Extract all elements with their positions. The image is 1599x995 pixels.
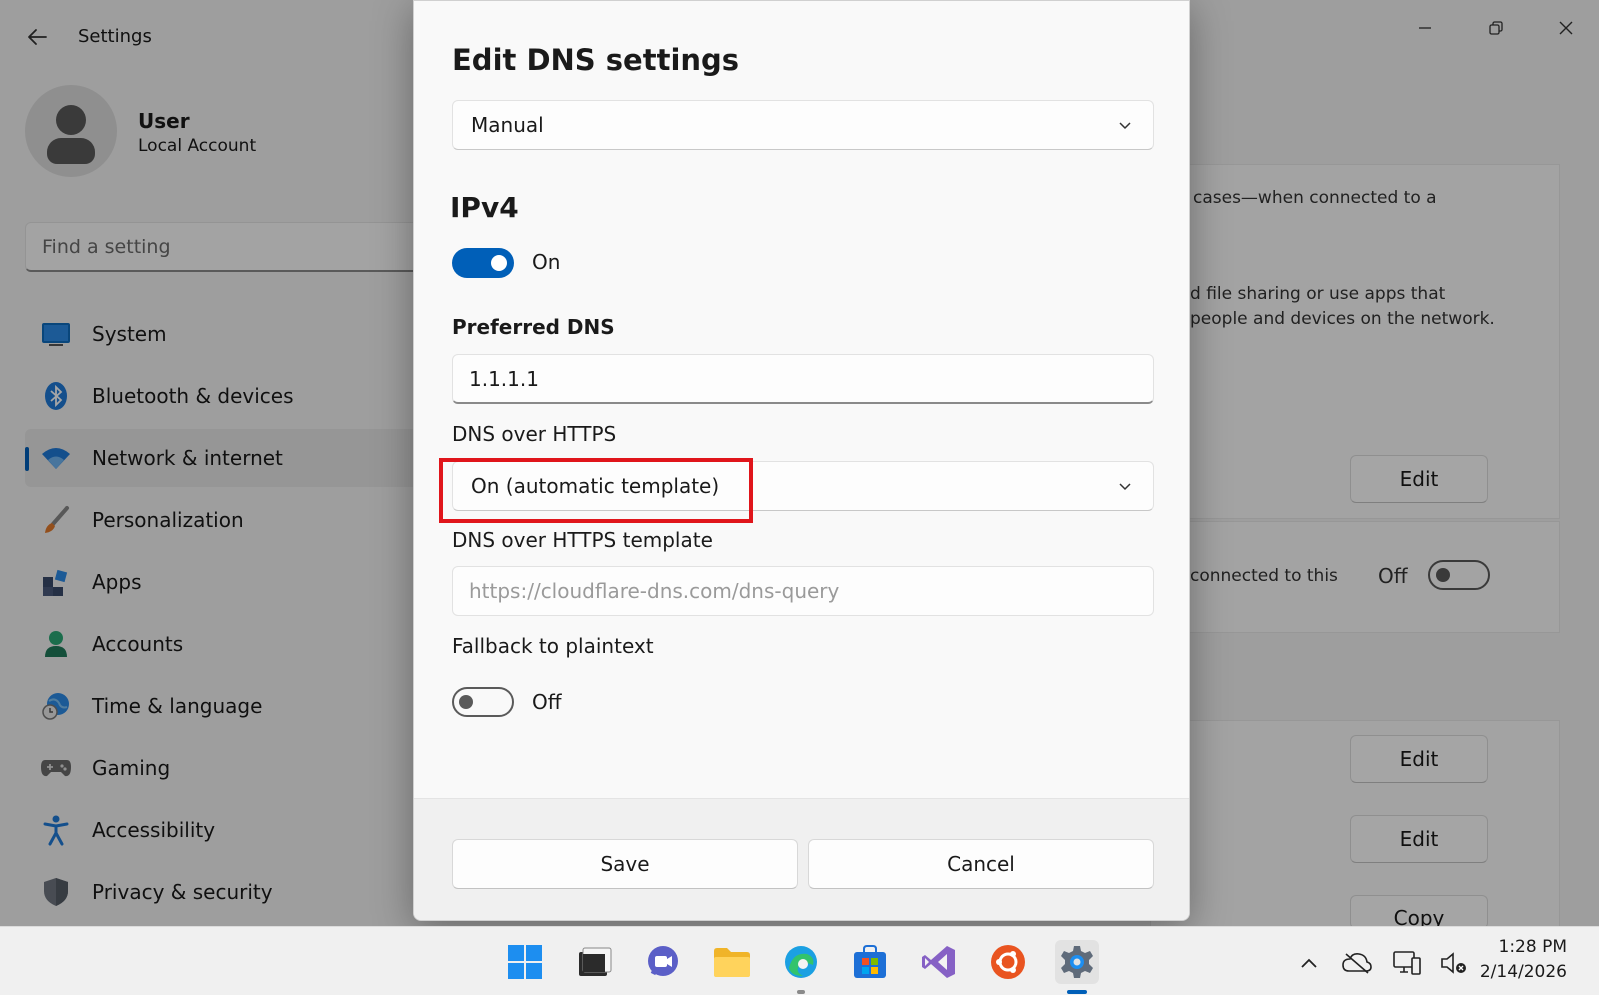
doh-label: DNS over HTTPS	[452, 422, 617, 446]
chevron-down-icon	[1119, 483, 1131, 491]
taskbar: 1:28 PM 2/14/2026	[0, 926, 1599, 995]
clock-time: 1:28 PM	[1498, 937, 1568, 957]
file-explorer-icon[interactable]	[710, 940, 754, 984]
ipv4-toggle[interactable]	[452, 248, 514, 278]
dialog-footer: Save Cancel	[414, 798, 1189, 920]
dialog-title: Edit DNS settings	[452, 43, 740, 77]
taskbar-clock[interactable]: 1:28 PM 2/14/2026	[1480, 935, 1567, 985]
chevron-down-icon	[1119, 122, 1131, 130]
edge-icon[interactable]	[779, 940, 823, 994]
preferred-dns-label: Preferred DNS	[452, 315, 615, 339]
windows-start-icon[interactable]	[503, 940, 547, 984]
ubuntu-icon[interactable]	[986, 940, 1030, 984]
cancel-button[interactable]: Cancel	[808, 839, 1154, 889]
running-indicator	[797, 990, 805, 994]
dns-mode-value: Manual	[471, 113, 544, 137]
store-icon[interactable]	[848, 940, 892, 984]
preferred-dns-input[interactable]: 1.1.1.1	[452, 354, 1154, 404]
fallback-label: Fallback to plaintext	[452, 634, 654, 658]
doh-template-label: DNS over HTTPS template	[452, 528, 713, 552]
save-button[interactable]: Save	[452, 839, 798, 889]
clock-date: 2/14/2026	[1479, 962, 1567, 982]
volume-muted-icon[interactable]	[1438, 947, 1470, 979]
active-indicator	[1067, 990, 1087, 994]
ipv4-heading: IPv4	[450, 191, 519, 224]
teams-chat-icon[interactable]	[641, 940, 685, 984]
fallback-toggle[interactable]	[452, 687, 514, 717]
network-icon[interactable]	[1391, 947, 1423, 979]
ipv4-toggle-label: On	[532, 250, 561, 274]
doh-template-input[interactable]: https://cloudflare-dns.com/dns-query	[452, 566, 1154, 616]
edit-dns-dialog: Edit DNS settings Manual IPv4 On Preferr…	[413, 0, 1190, 921]
cloud-offline-icon[interactable]	[1341, 947, 1373, 979]
chevron-up-icon[interactable]	[1293, 947, 1325, 979]
settings-icon[interactable]	[1055, 940, 1099, 994]
terminal-icon[interactable]	[573, 940, 617, 984]
fallback-toggle-label: Off	[532, 690, 562, 714]
visual-studio-icon[interactable]	[917, 940, 961, 984]
doh-template-placeholder: https://cloudflare-dns.com/dns-query	[469, 579, 840, 603]
dns-mode-select[interactable]: Manual	[452, 100, 1154, 150]
annotation-highlight-box	[439, 458, 753, 523]
